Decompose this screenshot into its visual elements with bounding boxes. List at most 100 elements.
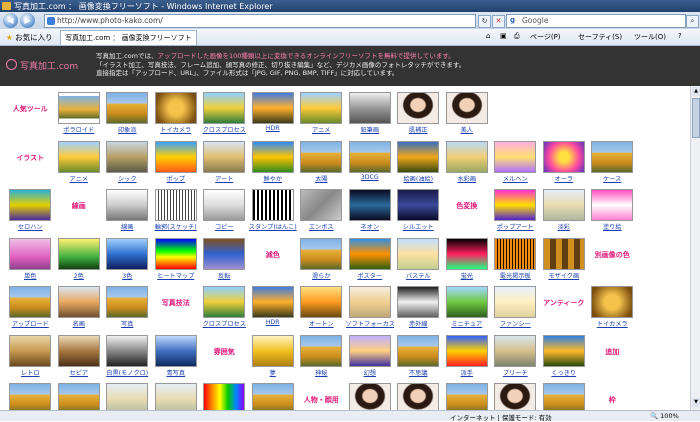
tool-item[interactable]: 滑らか	[297, 237, 346, 287]
tool-link[interactable]: ポップ	[152, 174, 201, 183]
tool-item[interactable]: HDR	[249, 286, 298, 335]
tool-item[interactable]: 3DCG	[346, 140, 395, 190]
tool-thumbnail[interactable]	[445, 140, 488, 173]
tool-thumbnail[interactable]	[300, 237, 343, 270]
tool-link[interactable]: ブリーチ	[491, 368, 540, 377]
tool-link[interactable]: 水彩画	[443, 174, 492, 183]
tool-link[interactable]: 青写真	[152, 368, 201, 377]
scroll-up-icon[interactable]: ▲	[692, 87, 700, 96]
tool-link[interactable]: ポップアート	[491, 222, 540, 231]
tool-thumbnail[interactable]	[57, 334, 100, 367]
tool-item[interactable]: ファンシー	[491, 286, 540, 335]
tool-link[interactable]: ケース	[588, 174, 637, 183]
tool-item[interactable]: 赤外線	[394, 286, 443, 335]
tool-link[interactable]: 反転	[200, 271, 249, 280]
tool-thumbnail[interactable]	[251, 189, 294, 221]
tool-link[interactable]: モザイク画	[540, 271, 589, 280]
address-field[interactable]: http://www.photo-kako.com/	[44, 14, 476, 28]
tool-item[interactable]: 幻想	[346, 334, 395, 384]
home-icon[interactable]: ⌂	[486, 32, 490, 40]
tool-thumbnail[interactable]	[300, 286, 343, 318]
tool-item[interactable]: 絵画(油絵)	[394, 140, 443, 190]
tool-item[interactable]: 白黒(モノクロ)	[103, 334, 152, 384]
tool-thumbnail[interactable]	[9, 383, 52, 410]
tool-item[interactable]: 反転	[200, 237, 249, 287]
tool-item[interactable]: ブリーチ	[491, 334, 540, 384]
tool-thumbnail[interactable]	[9, 189, 52, 221]
tool-item[interactable]: モザイク画	[540, 237, 589, 287]
tool-thumbnail[interactable]	[542, 383, 585, 410]
tool-thumbnail[interactable]	[300, 92, 343, 124]
tool-thumbnail[interactable]	[348, 383, 391, 410]
tool-item[interactable]: 神秘	[297, 334, 346, 384]
tool-item[interactable]: HDR	[249, 92, 298, 141]
tool-thumbnail[interactable]	[251, 140, 294, 173]
tool-link[interactable]: 蛍光	[443, 271, 492, 280]
tool-item[interactable]: 線画	[103, 189, 152, 238]
tool-thumbnail[interactable]	[397, 286, 440, 318]
tool-link[interactable]: HDR	[249, 319, 298, 326]
site-logo[interactable]: 写真加工.com	[6, 59, 78, 72]
tool-item[interactable]: アップロード	[6, 286, 55, 335]
tool-thumbnail[interactable]	[251, 92, 294, 124]
tool-link[interactable]: 夢	[249, 368, 298, 377]
tool-thumbnail[interactable]	[203, 92, 246, 124]
tool-item[interactable]: セピア	[55, 334, 104, 384]
tool-thumbnail[interactable]	[494, 237, 537, 270]
tool-thumbnail[interactable]	[251, 286, 294, 318]
tool-item[interactable]: セロハン	[6, 189, 55, 238]
tool-link[interactable]: ヒートマップ	[152, 271, 201, 280]
tool-item[interactable]: ミニチュア	[443, 286, 492, 335]
tool-thumbnail[interactable]	[542, 237, 585, 270]
tool-link[interactable]: 白黒(モノクロ)	[103, 368, 152, 377]
page-menu[interactable]: ページ(P)	[530, 32, 561, 42]
tool-item[interactable]: ポラロイド	[55, 92, 104, 141]
tool-thumbnail[interactable]	[106, 189, 149, 221]
tool-thumbnail[interactable]	[106, 237, 149, 270]
tool-link[interactable]: クロスプロセス	[200, 125, 249, 134]
tool-item[interactable]: トイカメラ	[152, 92, 201, 141]
tool-thumbnail[interactable]	[494, 189, 537, 221]
tool-thumbnail[interactable]	[57, 140, 100, 173]
tool-link[interactable]: 絵画(油絵)	[394, 174, 443, 183]
tool-link[interactable]: セピア	[55, 368, 104, 377]
tool-item[interactable]	[346, 383, 395, 410]
tool-item[interactable]: ケース	[588, 140, 637, 190]
tool-link[interactable]: パステル	[394, 271, 443, 280]
safety-menu[interactable]: セーフティ(S)	[578, 32, 622, 42]
tool-item[interactable]: オートン	[297, 286, 346, 335]
tool-item[interactable]: 不思議	[394, 334, 443, 384]
tool-thumbnail[interactable]	[591, 189, 634, 221]
tool-thumbnail[interactable]	[348, 286, 391, 318]
search-input[interactable]: g Google	[506, 14, 686, 28]
tool-thumbnail[interactable]	[154, 334, 197, 367]
tool-link[interactable]: トイカメラ	[152, 125, 201, 134]
tool-thumbnail[interactable]	[494, 286, 537, 318]
back-button[interactable]: ◀	[3, 13, 18, 28]
tool-link[interactable]: 3色	[103, 271, 152, 280]
tool-link[interactable]: HDR	[249, 125, 298, 132]
tool-thumbnail[interactable]	[348, 92, 391, 124]
tool-thumbnail[interactable]	[251, 383, 294, 410]
tool-link[interactable]: クロスプロセス	[200, 319, 249, 328]
tool-item[interactable]: レトロ	[6, 334, 55, 384]
tool-link[interactable]: ポスター	[346, 271, 395, 280]
tool-thumbnail[interactable]	[445, 92, 488, 124]
tool-link[interactable]: コピー	[200, 222, 249, 231]
tool-thumbnail[interactable]	[300, 334, 343, 367]
tool-item[interactable]: エンボス	[297, 189, 346, 238]
tool-link[interactable]: アップロード	[6, 319, 55, 328]
zoom-level[interactable]: 🔍 100%	[650, 412, 679, 420]
tool-item[interactable]: パステル	[394, 237, 443, 287]
tool-thumbnail[interactable]	[154, 383, 197, 410]
tool-link[interactable]: ネオン	[346, 222, 395, 231]
tool-thumbnail[interactable]	[397, 189, 440, 221]
tool-thumbnail[interactable]	[154, 189, 197, 221]
tool-link[interactable]: ミニチュア	[443, 319, 492, 328]
tool-thumbnail[interactable]	[494, 334, 537, 367]
tool-item[interactable]: ヒートマップ	[152, 237, 201, 287]
tool-link[interactable]: 印象派	[103, 125, 152, 134]
tool-thumbnail[interactable]	[348, 237, 391, 270]
tool-item[interactable]: 鉛筆画	[346, 92, 395, 141]
tool-item[interactable]: 塗り絵	[588, 189, 637, 238]
